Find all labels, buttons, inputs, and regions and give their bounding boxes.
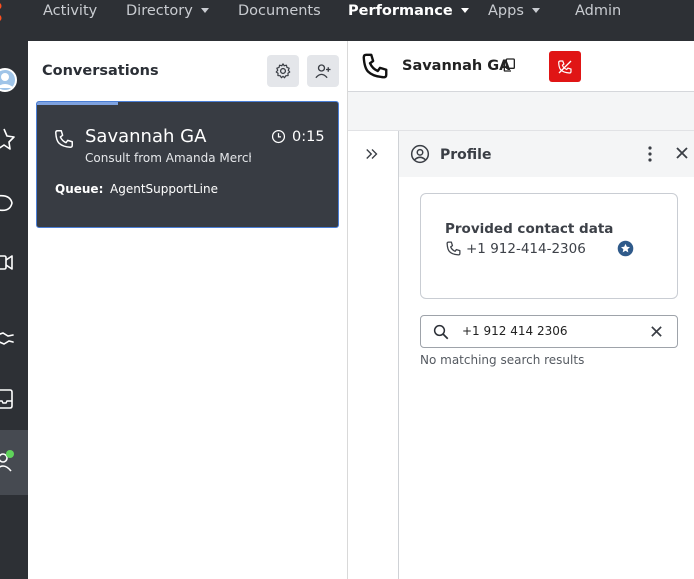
nav-admin[interactable]: Admin [575,0,621,24]
no-results-message: No matching search results [420,353,585,367]
copy-icon[interactable] [501,57,517,73]
left-rail [0,41,28,579]
conversation-card[interactable]: Savannah GA 0:15 Consult from Amanda Mer… [36,101,339,228]
end-call-icon [558,59,572,74]
nav-apps[interactable]: Apps [488,0,540,24]
chevron-down-icon [460,7,469,13]
interaction-title: Savannah GA [402,58,511,74]
clock-icon [271,129,286,144]
phone-icon [362,53,388,79]
nav-activity[interactable]: Activity [43,0,97,24]
queue-value: AgentSupportLine [110,182,218,196]
profile-header: Profile [399,131,694,177]
contact-phone-number: +1 912-414-2306 [466,241,586,257]
chevron-down-icon [200,7,209,13]
panel-side-column [348,131,399,579]
interaction-header: Savannah GA [348,41,694,92]
star-icon[interactable] [0,125,28,155]
nav-directory[interactable]: Directory [126,0,209,24]
profile-title: Profile [440,147,492,163]
double-chevron-right-icon[interactable] [363,145,381,163]
profile-panel: Profile Provided contact data +1 912-414… [399,131,694,579]
nav-performance[interactable]: Performance [348,0,469,24]
add-user-icon [315,64,331,79]
settings-button[interactable] [267,55,299,87]
add-participant-button[interactable] [307,55,339,87]
queue-label: Queue: [55,182,104,196]
search-input[interactable] [462,321,642,341]
end-call-button[interactable] [549,51,581,82]
phone-icon [446,241,461,256]
conversation-name: Savannah GA [85,126,207,147]
conversations-title: Conversations [42,63,159,79]
gear-icon [275,63,291,79]
brand-logo-icon[interactable] [0,2,8,24]
chevron-down-icon [531,7,540,13]
interaction-toolbar-strip [348,92,694,131]
conversation-subtitle: Consult from Amanda Merchant [85,151,251,165]
conversations-panel: Conversations Savannah GA 0:15 Consult f… [28,41,348,579]
conversation-progress-bar [37,102,119,105]
video-icon[interactable] [0,248,28,278]
user-circle-icon [410,144,430,164]
star-badge-icon[interactable] [617,240,634,257]
handshake-icon[interactable] [0,323,28,353]
contact-card-title: Provided contact data [445,221,614,237]
chat-bubble-icon[interactable] [0,188,28,218]
more-options-icon[interactable] [643,145,657,163]
provided-contact-card: Provided contact data +1 912-414-2306 [420,193,678,299]
agent-status-icon[interactable] [0,446,28,476]
conversation-timer: 0:15 [292,129,325,145]
nav-documents[interactable]: Documents [238,0,321,24]
close-icon[interactable] [675,146,689,160]
search-icon [433,324,449,340]
inbox-icon[interactable] [0,384,28,414]
profile-search-field[interactable] [420,315,678,348]
phone-icon [55,130,73,148]
top-navigation: Activity Directory Documents Performance… [0,0,694,41]
avatar-icon[interactable] [0,65,28,95]
clear-search-icon[interactable] [650,325,663,338]
